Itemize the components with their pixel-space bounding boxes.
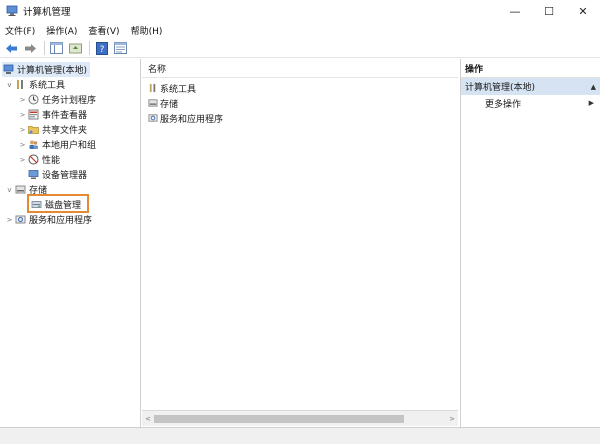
chevron-right-icon[interactable]: > bbox=[5, 216, 14, 224]
properties-icon bbox=[114, 42, 127, 54]
list-item[interactable]: 系统工具 bbox=[147, 81, 196, 95]
chevron-down-icon[interactable]: v bbox=[5, 186, 14, 194]
up-level-button[interactable] bbox=[67, 40, 84, 56]
window-title: 计算机管理 bbox=[23, 7, 71, 18]
show-hide-tree-button[interactable] bbox=[48, 40, 65, 56]
back-button[interactable] bbox=[3, 40, 20, 56]
services-icon bbox=[14, 214, 26, 226]
list-item-label: 存储 bbox=[160, 99, 179, 110]
users-icon bbox=[27, 139, 39, 151]
list-item[interactable]: 服务和应用程序 bbox=[147, 111, 223, 125]
computer-management-icon bbox=[2, 64, 14, 76]
close-button[interactable]: ✕ bbox=[566, 0, 600, 22]
chevron-down-icon[interactable]: v bbox=[5, 81, 14, 89]
submenu-arrow-icon: ▶ bbox=[588, 99, 594, 107]
result-pane: 名称 系统工具 存储 服务和应用程序 bbox=[142, 59, 458, 427]
services-icon bbox=[147, 113, 158, 124]
tree-item-performance[interactable]: > 性能 bbox=[18, 152, 60, 167]
more-actions-item[interactable]: 更多操作 ▶ bbox=[461, 95, 600, 111]
toolbar-separator bbox=[44, 41, 45, 55]
tree-item-label: 事件查看器 bbox=[42, 111, 88, 121]
tools-icon bbox=[14, 79, 26, 91]
tree-item-label: 本地用户和组 bbox=[42, 141, 97, 151]
action-section-label: 计算机管理(本地) bbox=[465, 83, 536, 93]
chevron-right-icon[interactable]: > bbox=[18, 111, 27, 119]
tree-item-label: 设备管理器 bbox=[42, 171, 88, 181]
computer-management-icon bbox=[6, 5, 18, 17]
toolbar-separator bbox=[89, 41, 90, 55]
storage-icon bbox=[14, 184, 26, 196]
action-section-computer-management[interactable]: 计算机管理(本地) ▲ bbox=[461, 78, 600, 95]
performance-icon bbox=[27, 154, 39, 166]
chevron-right-icon[interactable]: > bbox=[18, 126, 27, 134]
chevron-right-icon[interactable]: > bbox=[18, 141, 27, 149]
action-pane: 操作 计算机管理(本地) ▲ 更多操作 ▶ bbox=[460, 59, 600, 427]
selection-highlight-box bbox=[27, 194, 89, 213]
scroll-right-icon[interactable]: > bbox=[447, 414, 457, 424]
more-actions-label: 更多操作 bbox=[485, 99, 522, 110]
tree-item-task-scheduler[interactable]: > 任务计划程序 bbox=[18, 92, 96, 107]
menu-file[interactable]: 文件(F) bbox=[5, 24, 35, 37]
properties-button[interactable] bbox=[112, 40, 129, 56]
scroll-thumb[interactable] bbox=[154, 415, 404, 423]
storage-icon bbox=[147, 98, 158, 109]
help-button[interactable]: ? bbox=[93, 40, 110, 56]
tree-item-shared-folders[interactable]: > 共享文件夹 bbox=[18, 122, 87, 137]
tree-item-label: 服务和应用程序 bbox=[29, 216, 93, 226]
column-header-label: 名称 bbox=[148, 64, 167, 75]
folder-up-icon bbox=[69, 43, 82, 54]
minimize-button[interactable]: — bbox=[498, 0, 532, 22]
column-header-name[interactable]: 名称 bbox=[142, 59, 458, 78]
svg-text:?: ? bbox=[99, 45, 104, 55]
console-tree: 计算机管理(本地) v 系统工具 > 任务计划程序 > 事件查看器 > 共享文件… bbox=[0, 59, 141, 427]
tree-item-local-users[interactable]: > 本地用户和组 bbox=[18, 137, 96, 152]
title-bar: 计算机管理 — ☐ ✕ bbox=[0, 0, 600, 22]
console-tree-icon bbox=[50, 42, 63, 54]
forward-button[interactable] bbox=[22, 40, 39, 56]
chevron-right-icon[interactable]: > bbox=[18, 156, 27, 164]
list-item[interactable]: 存储 bbox=[147, 96, 178, 110]
tree-item-label: 系统工具 bbox=[29, 81, 66, 91]
tree-item-system-tools[interactable]: v 系统工具 bbox=[5, 77, 65, 92]
toolbar: ? bbox=[0, 39, 600, 58]
tree-item-label: 任务计划程序 bbox=[42, 96, 97, 106]
menu-view[interactable]: 查看(V) bbox=[88, 24, 119, 37]
maximize-button[interactable]: ☐ bbox=[532, 0, 566, 22]
tree-item-label: 共享文件夹 bbox=[42, 126, 88, 136]
tools-icon bbox=[147, 83, 158, 94]
action-header-label: 操作 bbox=[465, 64, 484, 75]
collapse-up-icon[interactable]: ▲ bbox=[591, 83, 596, 91]
tree-item-device-manager[interactable]: 设备管理器 bbox=[27, 167, 87, 182]
menu-bar: 文件(F) 操作(A) 查看(V) 帮助(H) bbox=[0, 22, 600, 39]
help-icon: ? bbox=[95, 41, 108, 55]
menu-action[interactable]: 操作(A) bbox=[46, 24, 77, 37]
scroll-left-icon[interactable]: < bbox=[143, 414, 153, 424]
menu-help[interactable]: 帮助(H) bbox=[131, 24, 163, 37]
shared-folder-icon bbox=[27, 124, 39, 136]
chevron-right-icon[interactable]: > bbox=[18, 96, 27, 104]
back-arrow-icon bbox=[6, 43, 17, 53]
tree-item-label: 计算机管理(本地) bbox=[17, 66, 88, 76]
list-item-label: 服务和应用程序 bbox=[160, 114, 224, 125]
clock-icon bbox=[27, 94, 39, 106]
tree-item-computer-management[interactable]: 计算机管理(本地) bbox=[2, 62, 90, 77]
list-item-label: 系统工具 bbox=[160, 84, 197, 95]
event-log-icon bbox=[27, 109, 39, 121]
status-bar bbox=[0, 427, 600, 444]
tree-item-event-viewer[interactable]: > 事件查看器 bbox=[18, 107, 87, 122]
forward-arrow-icon bbox=[25, 43, 36, 53]
horizontal-scrollbar[interactable]: < > bbox=[142, 410, 458, 426]
tree-item-label: 性能 bbox=[42, 156, 61, 166]
tree-item-services-apps[interactable]: > 服务和应用程序 bbox=[5, 212, 92, 227]
action-pane-header: 操作 bbox=[461, 59, 600, 78]
device-manager-icon bbox=[27, 169, 39, 181]
